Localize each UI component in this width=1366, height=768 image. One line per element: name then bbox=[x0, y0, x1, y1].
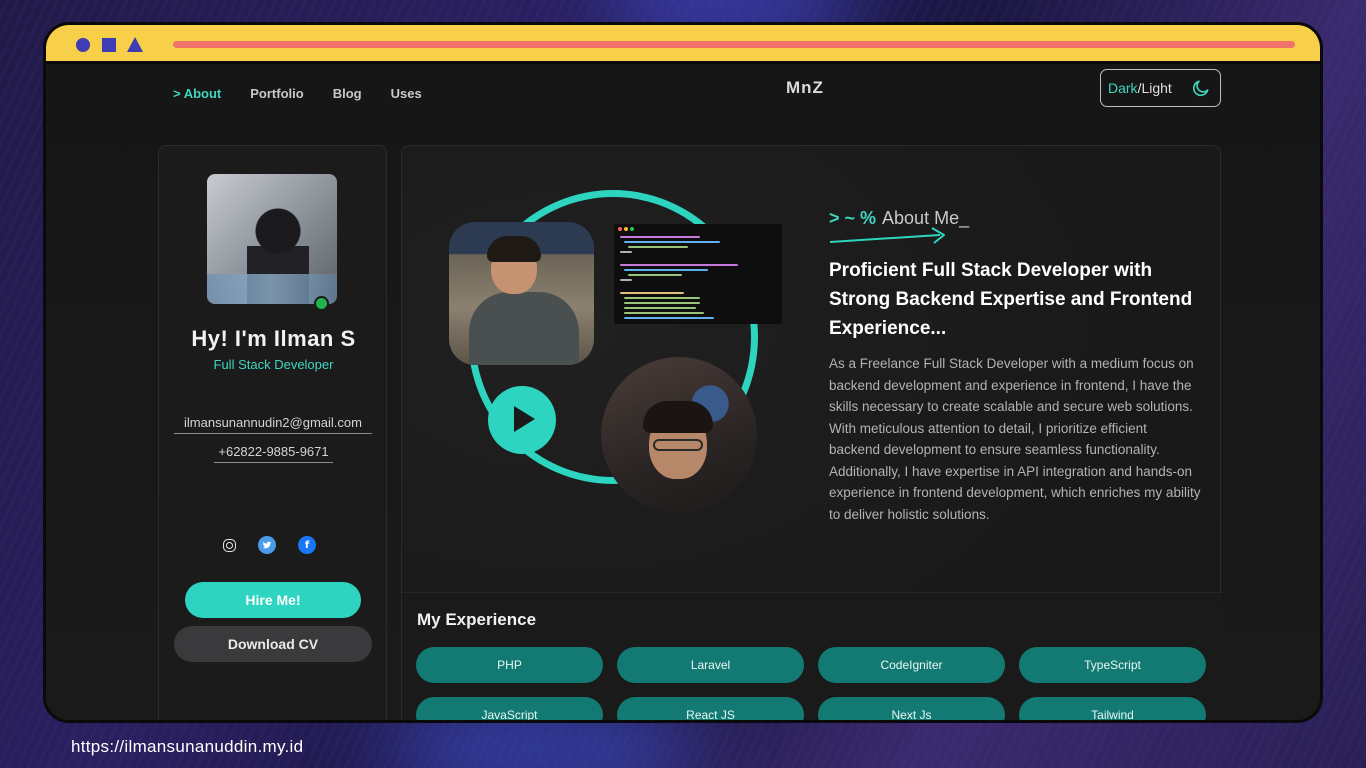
site-logo[interactable]: MnZ bbox=[786, 78, 824, 98]
skills-grid: PHP Laravel CodeIgniter TypeScript JavaS… bbox=[416, 647, 1206, 720]
skill-chip[interactable]: JavaScript bbox=[416, 697, 603, 720]
skill-chip[interactable]: TypeScript bbox=[1019, 647, 1206, 683]
email-link[interactable]: ilmansunannudin2@gmail.com bbox=[174, 415, 372, 434]
terminal-prompt: > ~ % bbox=[829, 208, 877, 228]
social-links: f bbox=[223, 536, 316, 554]
skill-chip[interactable]: Tailwind bbox=[1019, 697, 1206, 720]
about-headline: Proficient Full Stack Developer with Str… bbox=[829, 260, 1193, 339]
moon-icon bbox=[1192, 80, 1209, 97]
theme-light-label: Light bbox=[1141, 80, 1172, 96]
nav-item-uses[interactable]: Uses bbox=[391, 86, 422, 101]
download-cv-button[interactable]: Download CV bbox=[174, 626, 372, 662]
phone-link[interactable]: +62822-9885-9671 bbox=[214, 444, 333, 463]
browser-window-mockup: > About Portfolio Blog Uses MnZ Dark / Lig… bbox=[43, 22, 1323, 723]
theme-dark-label: Dark bbox=[1108, 80, 1138, 96]
arrow-right-icon bbox=[829, 227, 945, 244]
theme-toggle-button[interactable]: Dark / Light bbox=[1100, 69, 1221, 107]
window-titlebar bbox=[46, 25, 1320, 64]
code-screenshot bbox=[614, 224, 782, 324]
skill-chip[interactable]: PHP bbox=[416, 647, 603, 683]
avatar bbox=[207, 174, 337, 304]
instagram-icon[interactable] bbox=[223, 538, 236, 552]
profile-name: Hy! I'm Ilman S bbox=[191, 326, 356, 351]
nav-item-blog[interactable]: Blog bbox=[333, 86, 362, 101]
developer-photo bbox=[449, 222, 594, 365]
play-video-button[interactable] bbox=[488, 386, 556, 454]
about-card: > ~ % About Me_ Proficient Full Stack Dev… bbox=[401, 145, 1222, 720]
hire-me-button[interactable]: Hire Me! bbox=[185, 582, 361, 618]
online-status-dot bbox=[314, 296, 329, 311]
about-description: As a Freelance Full Stack Developer with… bbox=[829, 356, 1201, 522]
profile-card: Hy! I'm Ilman S Full Stack Developer ilm… bbox=[158, 145, 387, 720]
circle-icon bbox=[76, 38, 90, 52]
profile-role: Full Stack Developer bbox=[213, 357, 334, 372]
titlebar-address-bar bbox=[173, 41, 1295, 48]
skill-chip[interactable]: CodeIgniter bbox=[818, 647, 1005, 683]
experience-section: My Experience PHP Laravel CodeIgniter Ty… bbox=[402, 592, 1222, 720]
page-content: > About Portfolio Blog Uses MnZ Dark / Lig… bbox=[46, 64, 1320, 720]
main-nav: > About Portfolio Blog Uses bbox=[173, 86, 422, 101]
triangle-icon bbox=[127, 37, 143, 52]
skill-chip[interactable]: Next Js bbox=[818, 697, 1005, 720]
skill-chip[interactable]: React JS bbox=[617, 697, 804, 720]
skill-chip[interactable]: Laravel bbox=[617, 647, 804, 683]
experience-title: My Experience bbox=[417, 610, 537, 629]
twitter-icon[interactable] bbox=[258, 536, 276, 554]
square-icon bbox=[102, 38, 116, 52]
site-url: https://ilmansunanuddin.my.id bbox=[71, 737, 304, 756]
developer-portrait bbox=[601, 357, 757, 513]
about-title: About Me_ bbox=[882, 208, 970, 228]
nav-item-portfolio[interactable]: Portfolio bbox=[250, 86, 303, 101]
nav-item-about[interactable]: > About bbox=[173, 86, 221, 101]
facebook-icon[interactable]: f bbox=[298, 536, 316, 554]
